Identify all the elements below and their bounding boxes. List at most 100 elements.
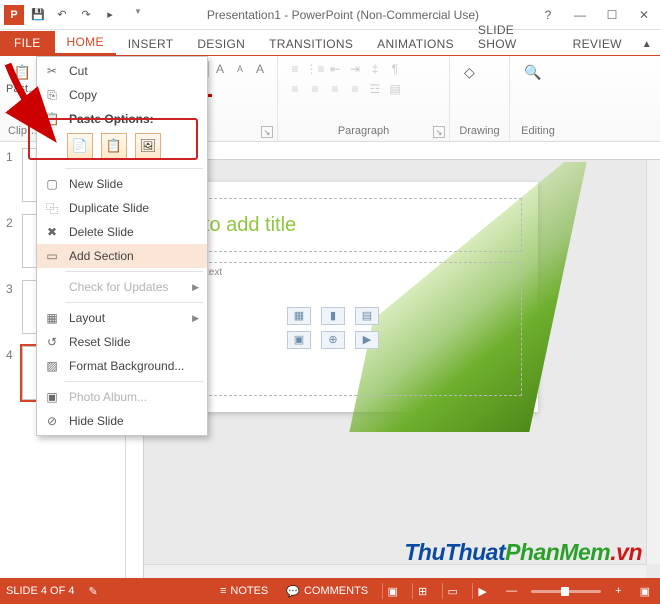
zoom-thumb[interactable]	[561, 587, 569, 596]
paste-button[interactable]: 📋Past…	[8, 60, 37, 99]
normal-view-button[interactable]: ▣	[382, 583, 402, 599]
tab-slideshow[interactable]: SLIDE SHOW	[466, 18, 561, 55]
new-slide-icon: ▢	[43, 176, 61, 192]
undo-button[interactable]: ↶	[54, 7, 70, 23]
tab-animations[interactable]: ANIMATIONS	[365, 32, 466, 55]
zoom-slider[interactable]	[531, 590, 601, 593]
reading-view-button[interactable]: ▭	[442, 583, 462, 599]
ctx-cut[interactable]: ✂ Cut	[37, 59, 207, 83]
decrease-font-button[interactable]: A	[231, 60, 249, 78]
cut-icon: ✂	[43, 63, 61, 79]
vertical-scrollbar[interactable]	[646, 160, 660, 564]
align-right-button[interactable]: ≡	[326, 80, 344, 98]
ctx-delete-slide[interactable]: ✖Delete Slide	[37, 220, 207, 244]
notes-button[interactable]: ≡ NOTES	[216, 585, 272, 597]
tab-design[interactable]: DESIGN	[185, 32, 257, 55]
zoom-in-button[interactable]: +	[611, 585, 625, 597]
ctx-delete-label: Delete Slide	[69, 225, 199, 239]
insert-online-picture-icon[interactable]: ⊕	[321, 331, 345, 349]
clear-format-button[interactable]: A	[251, 60, 269, 78]
tab-transitions[interactable]: TRANSITIONS	[257, 32, 365, 55]
paragraph-launcher[interactable]: ↘	[433, 126, 445, 138]
title-bar: P 💾 ↶ ↷ ▸ ▼ Presentation1 - PowerPoint (…	[0, 0, 660, 30]
align-left-button[interactable]: ≡	[286, 80, 304, 98]
maximize-button[interactable]: ☐	[600, 5, 624, 25]
line-spacing-button[interactable]: ‡	[366, 60, 384, 78]
paste-label: Past…	[6, 83, 39, 95]
ctx-reset-slide[interactable]: ↺Reset Slide	[37, 330, 207, 354]
start-slideshow-button[interactable]: ▸	[102, 7, 118, 23]
group-editing: 🔍 Editing	[510, 56, 566, 141]
ctx-layout-label: Layout	[69, 311, 184, 325]
insert-picture-icon[interactable]: ▣	[287, 331, 311, 349]
insert-table-icon[interactable]: ▦	[287, 307, 311, 325]
tab-review[interactable]: REVIEW	[561, 32, 634, 55]
align-center-button[interactable]: ≡	[306, 80, 324, 98]
canvas[interactable]: Click to add title Click to add text ▦ ▮…	[144, 160, 660, 564]
insert-chart-icon[interactable]: ▮	[321, 307, 345, 325]
drawing-button[interactable]: ◇	[458, 60, 481, 85]
tab-file[interactable]: FILE	[0, 31, 55, 55]
sorter-view-button[interactable]: ⊞	[412, 583, 432, 599]
ctx-new-slide[interactable]: ▢New Slide	[37, 172, 207, 196]
numbering-button[interactable]: ⋮≡	[306, 60, 324, 78]
paste-option-theme[interactable]: 📄	[67, 133, 93, 159]
ctx-add-section-label: Add Section	[69, 249, 199, 263]
insert-video-icon[interactable]: ▶	[355, 331, 379, 349]
ctx-duplicate-label: Duplicate Slide	[69, 201, 199, 215]
section-icon: ▭	[43, 248, 61, 264]
paste-option-source[interactable]: 📋	[101, 133, 127, 159]
qat-dropdown-icon[interactable]: ▼	[134, 7, 142, 23]
horizontal-ruler[interactable]	[144, 142, 660, 160]
ctx-check-updates: Check for Updates▶	[37, 275, 207, 299]
comments-button[interactable]: 💬 COMMENTS	[282, 585, 372, 598]
collapse-ribbon-button[interactable]: ▲	[634, 34, 660, 55]
increase-font-button[interactable]: A	[211, 60, 229, 78]
zoom-out-button[interactable]: —	[502, 585, 521, 597]
tab-home[interactable]: HOME	[55, 30, 116, 55]
status-bar: SLIDE 4 OF 4 ✎ ≡ NOTES 💬 COMMENTS ▣ ⊞ ▭ …	[0, 578, 660, 604]
columns-button[interactable]: ☲	[366, 80, 384, 98]
group-clipboard-label: Clip…	[8, 125, 37, 139]
smartart-button[interactable]: ▤	[386, 80, 404, 98]
ctx-copy[interactable]: ⎘ Copy	[37, 83, 207, 107]
ctx-format-bg-label: Format Background...	[69, 359, 199, 373]
group-drawing-label: Drawing	[458, 125, 501, 139]
ctx-photo-album: ▣Photo Album...	[37, 385, 207, 409]
ctx-cut-label: Cut	[69, 64, 199, 78]
language-button[interactable]: ✎	[84, 585, 105, 598]
editing-button[interactable]: 🔍	[518, 60, 547, 85]
ctx-reset-label: Reset Slide	[69, 335, 199, 349]
ctx-hide-slide[interactable]: ⊘Hide Slide	[37, 409, 207, 433]
duplicate-icon: ⿻	[43, 200, 61, 216]
copy-icon: ⎘	[43, 87, 61, 103]
text-direction-button[interactable]: ¶	[386, 60, 404, 78]
ctx-layout[interactable]: ▦Layout▶	[37, 306, 207, 330]
font-launcher[interactable]: ↘	[261, 126, 273, 138]
ctx-add-section[interactable]: ▭ Add Section	[37, 244, 207, 268]
minimize-button[interactable]: —	[568, 5, 592, 25]
ctx-updates-label: Check for Updates	[69, 280, 184, 294]
format-bg-icon: ▨	[43, 358, 61, 374]
increase-indent-button[interactable]: ⇥	[346, 60, 364, 78]
horizontal-scrollbar[interactable]	[144, 564, 646, 578]
ctx-duplicate-slide[interactable]: ⿻ Duplicate Slide	[37, 196, 207, 220]
quick-access-toolbar: 💾 ↶ ↷ ▸ ▼	[30, 7, 142, 23]
justify-button[interactable]: ≡	[346, 80, 364, 98]
fit-to-window-button[interactable]: ▣	[636, 585, 654, 598]
tab-insert[interactable]: INSERT	[116, 32, 186, 55]
ctx-copy-label: Copy	[69, 88, 199, 102]
ctx-format-background[interactable]: ▨ Format Background...	[37, 354, 207, 378]
decrease-indent-button[interactable]: ⇤	[326, 60, 344, 78]
bullets-button[interactable]: ≡	[286, 60, 304, 78]
photo-album-icon: ▣	[43, 389, 61, 405]
app-icon: P	[4, 5, 24, 25]
redo-button[interactable]: ↷	[78, 7, 94, 23]
group-paragraph: ≡ ⋮≡ ⇤ ⇥ ‡ ¶ ≡ ≡ ≡ ≡ ☲ ▤ Paragraph ↘	[278, 56, 450, 141]
slideshow-view-button[interactable]: ▶	[472, 583, 492, 599]
paste-option-picture[interactable]: 🖼	[135, 133, 161, 159]
save-button[interactable]: 💾	[30, 7, 46, 23]
ctx-paste-options-header: 📋Paste Options:	[37, 107, 207, 131]
insert-smartart-icon[interactable]: ▤	[355, 307, 379, 325]
close-button[interactable]: ✕	[632, 5, 656, 25]
